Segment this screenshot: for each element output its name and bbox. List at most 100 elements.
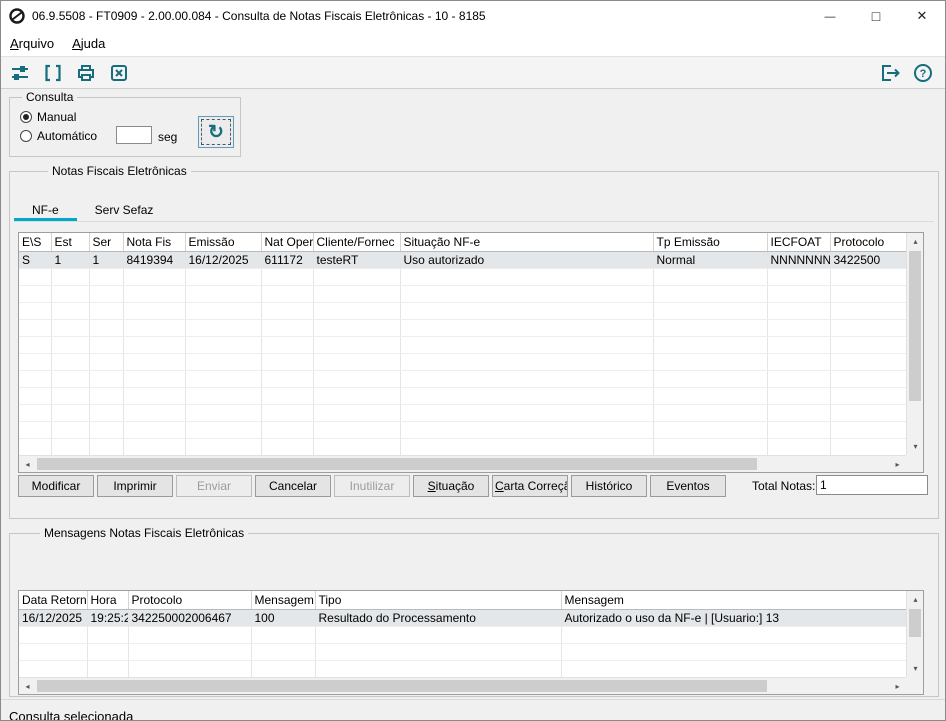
minimize-button[interactable] bbox=[807, 1, 853, 31]
grid-cell[interactable]: 19:25:27 bbox=[87, 609, 129, 627]
scroll-down-button[interactable] bbox=[907, 438, 924, 455]
radio-manual[interactable]: Manual bbox=[20, 110, 76, 124]
close-button[interactable] bbox=[899, 1, 945, 31]
column-header[interactable]: Situação NF-e bbox=[400, 233, 654, 252]
grid-cell bbox=[123, 438, 186, 455]
total-notas-label: Total Notas: bbox=[752, 479, 816, 493]
scrollbar-thumb[interactable] bbox=[37, 680, 767, 692]
print-icon[interactable] bbox=[72, 61, 100, 85]
column-header[interactable]: Tp Emissão bbox=[653, 233, 768, 252]
scrollbar-thumb[interactable] bbox=[909, 251, 921, 401]
exit-icon[interactable] bbox=[876, 61, 904, 85]
column-header[interactable]: Mensagem bbox=[561, 591, 906, 610]
grid-cell[interactable]: 16/12/2025 bbox=[185, 251, 262, 269]
maximize-button[interactable] bbox=[853, 1, 899, 31]
menu-arquivo[interactable]: Arquivo bbox=[1, 33, 63, 54]
scroll-left-button[interactable] bbox=[19, 456, 36, 473]
column-header[interactable]: Tipo bbox=[315, 591, 562, 610]
interval-seconds-input[interactable] bbox=[116, 126, 152, 144]
column-header[interactable]: Est bbox=[51, 233, 90, 252]
grid-cell bbox=[767, 353, 831, 371]
column-header[interactable]: Ser bbox=[89, 233, 124, 252]
status-bar: Consulta selecionada bbox=[1, 699, 945, 720]
column-header[interactable]: Hora bbox=[87, 591, 129, 610]
tab-serv-sefaz[interactable]: Serv Sefaz bbox=[77, 198, 172, 221]
notas-table: E\S Est Ser Nota Fis Emissão Nat Oper Cliente/… bbox=[19, 233, 906, 455]
sliders-icon[interactable] bbox=[6, 61, 34, 85]
scroll-right-button[interactable] bbox=[889, 678, 906, 695]
situacao-button[interactable]: Situação bbox=[413, 475, 489, 497]
table-row[interactable]: S 1 1 8419394 16/12/2025 611172 testeRT Uso aut… bbox=[19, 251, 906, 269]
radio-automatico[interactable]: Automático bbox=[20, 129, 97, 143]
scrollbar-thumb[interactable] bbox=[37, 458, 757, 470]
refresh-button[interactable] bbox=[198, 116, 234, 148]
window-controls bbox=[807, 1, 945, 31]
grid-cell bbox=[400, 353, 654, 371]
grid-cell[interactable]: 342250002006467 bbox=[128, 609, 252, 627]
grid-cell[interactable]: 611172 bbox=[261, 251, 314, 269]
grid-cell bbox=[830, 268, 906, 286]
grid-cell[interactable]: S bbox=[19, 251, 52, 269]
scroll-down-button[interactable] bbox=[907, 660, 924, 677]
radio-automatico-label: Automático bbox=[37, 129, 98, 143]
grid-cell bbox=[123, 387, 186, 405]
column-header[interactable]: Cliente/Fornec bbox=[313, 233, 401, 252]
table-row[interactable]: 16/12/202519:25:27342250002006467100Resu… bbox=[19, 609, 906, 627]
grid-cell[interactable]: 16/12/2025 bbox=[19, 609, 88, 627]
horizontal-scrollbar[interactable] bbox=[19, 455, 906, 472]
radio-manual-circle[interactable] bbox=[20, 111, 32, 123]
vertical-scrollbar[interactable] bbox=[906, 591, 923, 677]
grid-cell bbox=[313, 285, 401, 303]
grid-cell[interactable]: 1 bbox=[89, 251, 124, 269]
grid-cell bbox=[400, 404, 654, 422]
grid-cell[interactable]: Uso autorizado bbox=[400, 251, 654, 269]
scroll-up-button[interactable] bbox=[907, 233, 924, 250]
carta-correcao-button[interactable]: Carta Correção bbox=[492, 475, 568, 497]
grid-cell bbox=[123, 302, 186, 320]
grid-cell[interactable]: Normal bbox=[653, 251, 768, 269]
radio-automatico-circle[interactable] bbox=[20, 130, 32, 142]
eventos-button[interactable]: Eventos bbox=[650, 475, 726, 497]
horizontal-scrollbar[interactable] bbox=[19, 677, 906, 694]
grid-cell[interactable]: NNNNNNNN bbox=[767, 251, 831, 269]
column-header[interactable]: E\S bbox=[19, 233, 52, 252]
grid-cell[interactable]: 1 bbox=[51, 251, 90, 269]
scroll-right-button[interactable] bbox=[889, 456, 906, 473]
column-header[interactable]: Protocolo bbox=[128, 591, 252, 610]
range-brackets-icon[interactable] bbox=[39, 61, 67, 85]
scrollbar-thumb[interactable] bbox=[909, 609, 921, 637]
empty-row bbox=[19, 404, 906, 422]
column-header[interactable]: Nota Fis bbox=[123, 233, 186, 252]
grid-cell bbox=[123, 268, 186, 286]
column-header[interactable]: Data Retorno bbox=[19, 591, 88, 610]
column-header[interactable]: Nat Oper bbox=[261, 233, 314, 252]
imprimir-button[interactable]: Imprimir bbox=[97, 475, 173, 497]
column-header[interactable]: Protocolo bbox=[830, 233, 906, 252]
scroll-left-button[interactable] bbox=[19, 678, 36, 695]
grid-cell bbox=[251, 626, 316, 644]
grid-cell bbox=[767, 285, 831, 303]
grid-cell[interactable]: 3422500 bbox=[830, 251, 906, 269]
column-header[interactable]: Emissão bbox=[185, 233, 262, 252]
tab-nfe[interactable]: NF-e bbox=[14, 198, 77, 221]
delete-icon[interactable] bbox=[105, 61, 133, 85]
column-header[interactable]: Mensagem bbox=[251, 591, 316, 610]
grid-cell[interactable]: 100 bbox=[251, 609, 316, 627]
grid-cell[interactable]: Resultado do Processamento bbox=[315, 609, 562, 627]
grid-cell bbox=[653, 353, 768, 371]
grid-cell[interactable]: Autorizado o uso da NF-e | [Usuario:] 13 bbox=[561, 609, 906, 627]
vertical-scrollbar[interactable] bbox=[906, 233, 923, 455]
modificar-button[interactable]: Modificar bbox=[18, 475, 94, 497]
scroll-up-button[interactable] bbox=[907, 591, 924, 608]
maximize-icon bbox=[872, 8, 880, 24]
grid-cell[interactable]: 8419394 bbox=[123, 251, 186, 269]
column-header[interactable]: IECFOAT bbox=[767, 233, 831, 252]
menu-ajuda[interactable]: Ajuda bbox=[63, 33, 114, 54]
help-icon[interactable]: ? bbox=[909, 61, 937, 85]
grid-cell bbox=[830, 404, 906, 422]
grid-cell[interactable]: testeRT bbox=[313, 251, 401, 269]
empty-row bbox=[19, 438, 906, 455]
cancelar-button[interactable]: Cancelar bbox=[255, 475, 331, 497]
total-notas-input[interactable] bbox=[816, 475, 928, 495]
historico-button[interactable]: Histórico bbox=[571, 475, 647, 497]
